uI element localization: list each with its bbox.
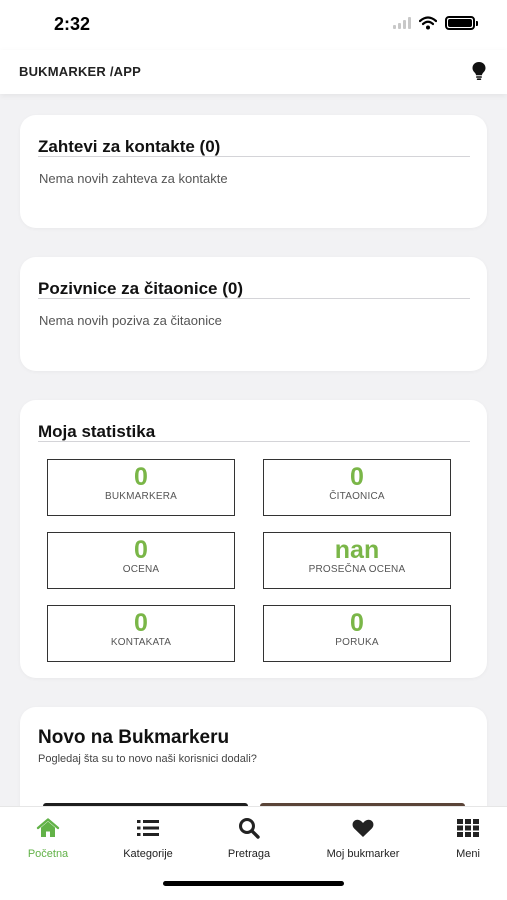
tab-label: Kategorije — [123, 848, 173, 860]
stat-label: KONTAKATA — [110, 637, 172, 648]
stat-value: 0 — [134, 536, 148, 564]
status-bar: 2:32 — [0, 0, 507, 50]
divider — [38, 156, 470, 157]
heart-icon — [352, 819, 374, 837]
tab-home[interactable]: Početna — [0, 817, 98, 860]
reading-room-invites-empty-text: Nema novih poziva za čitaonice — [39, 313, 222, 328]
tab-search[interactable]: Pretraga — [199, 817, 299, 860]
app-title: BUKMARKER /APP — [19, 64, 141, 79]
home-content[interactable]: Zahtevi za kontakte (0) Nema novih zahte… — [0, 94, 507, 806]
stat-ratings[interactable]: 0 OCENA — [47, 532, 235, 589]
divider — [38, 298, 470, 299]
reading-room-invites-title: Pozivnice za čitaonice (0) — [38, 279, 244, 298]
contact-requests-empty-text: Nema novih zahteva za kontakte — [39, 171, 228, 186]
divider — [38, 441, 470, 442]
tab-label: Meni — [456, 848, 480, 860]
stat-contacts[interactable]: 0 KONTAKATA — [47, 605, 235, 662]
new-on-bukmarker-title: Novo na Bukmarkeru — [38, 727, 230, 748]
wifi-icon — [419, 16, 437, 30]
statistics-title: Moja statistika — [38, 422, 156, 441]
tab-label: Početna — [27, 848, 69, 860]
stat-label: OCENA — [122, 564, 160, 575]
status-time: 2:32 — [54, 14, 91, 34]
stat-value: 0 — [134, 463, 148, 491]
stat-reading-rooms[interactable]: 0 ČITAONICA — [263, 459, 451, 516]
status-icons — [393, 16, 478, 30]
tab-categories[interactable]: Kategorije — [98, 817, 198, 860]
battery-icon — [445, 16, 478, 30]
statistics-card: Moja statistika 0 BUKMARKERA 0 ČITAONICA… — [20, 400, 487, 678]
contact-requests-title: Zahtevi za kontakte (0) — [38, 137, 221, 156]
tab-my-bookmarks[interactable]: Moj bukmarker — [313, 817, 413, 860]
stat-value: 0 — [134, 609, 148, 637]
list-icon — [137, 820, 159, 836]
tab-label: Moj bukmarker — [326, 848, 400, 860]
stat-label: ČITAONICA — [329, 491, 385, 502]
stat-value: nan — [334, 536, 380, 564]
new-on-bukmarker-card: Novo na Bukmarkeru Pogledaj šta su to no… — [20, 707, 487, 806]
contact-requests-card: Zahtevi za kontakte (0) Nema novih zahte… — [20, 115, 487, 228]
grid-icon — [457, 819, 479, 837]
tab-menu[interactable]: Meni — [418, 817, 507, 860]
app-header: BUKMARKER /APP — [0, 50, 507, 94]
tab-label: Pretraga — [227, 848, 271, 860]
stat-label: PORUKA — [335, 637, 379, 648]
stat-value: 0 — [350, 463, 364, 491]
reading-room-invites-card: Pozivnice za čitaonice (0) Nema novih po… — [20, 257, 487, 371]
stat-value: 0 — [350, 609, 364, 637]
signal-icon — [393, 17, 411, 29]
stat-messages[interactable]: 0 PORUKA — [263, 605, 451, 662]
home-indicator[interactable] — [163, 881, 344, 886]
stat-average-rating[interactable]: nan PROSEČNA OCENA — [263, 532, 451, 589]
stat-label: PROSEČNA OCENA — [308, 564, 406, 575]
new-on-bukmarker-subtitle: Pogledaj šta su to novo naši korisnici d… — [38, 753, 257, 765]
stat-label: BUKMARKERA — [104, 491, 177, 502]
lightbulb-icon[interactable] — [471, 61, 487, 81]
stat-bookmarks[interactable]: 0 BUKMARKERA — [47, 459, 235, 516]
search-icon — [239, 818, 260, 839]
home-icon — [36, 818, 60, 837]
